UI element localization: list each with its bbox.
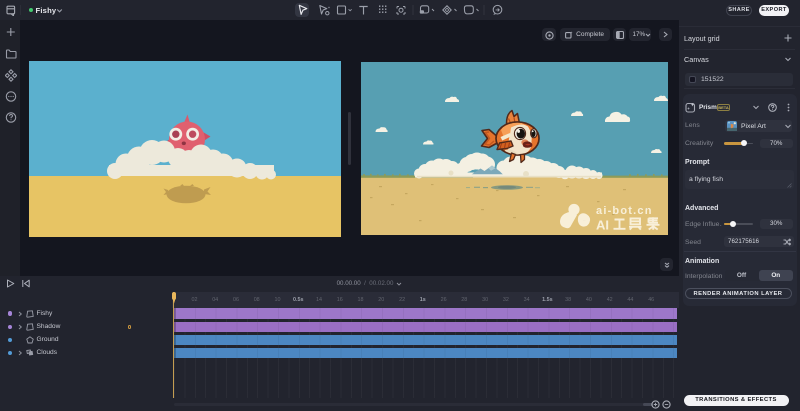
svg-text:AI: AI bbox=[596, 218, 609, 233]
svg-text:ai-bot.cn: ai-bot.cn bbox=[596, 205, 653, 217]
